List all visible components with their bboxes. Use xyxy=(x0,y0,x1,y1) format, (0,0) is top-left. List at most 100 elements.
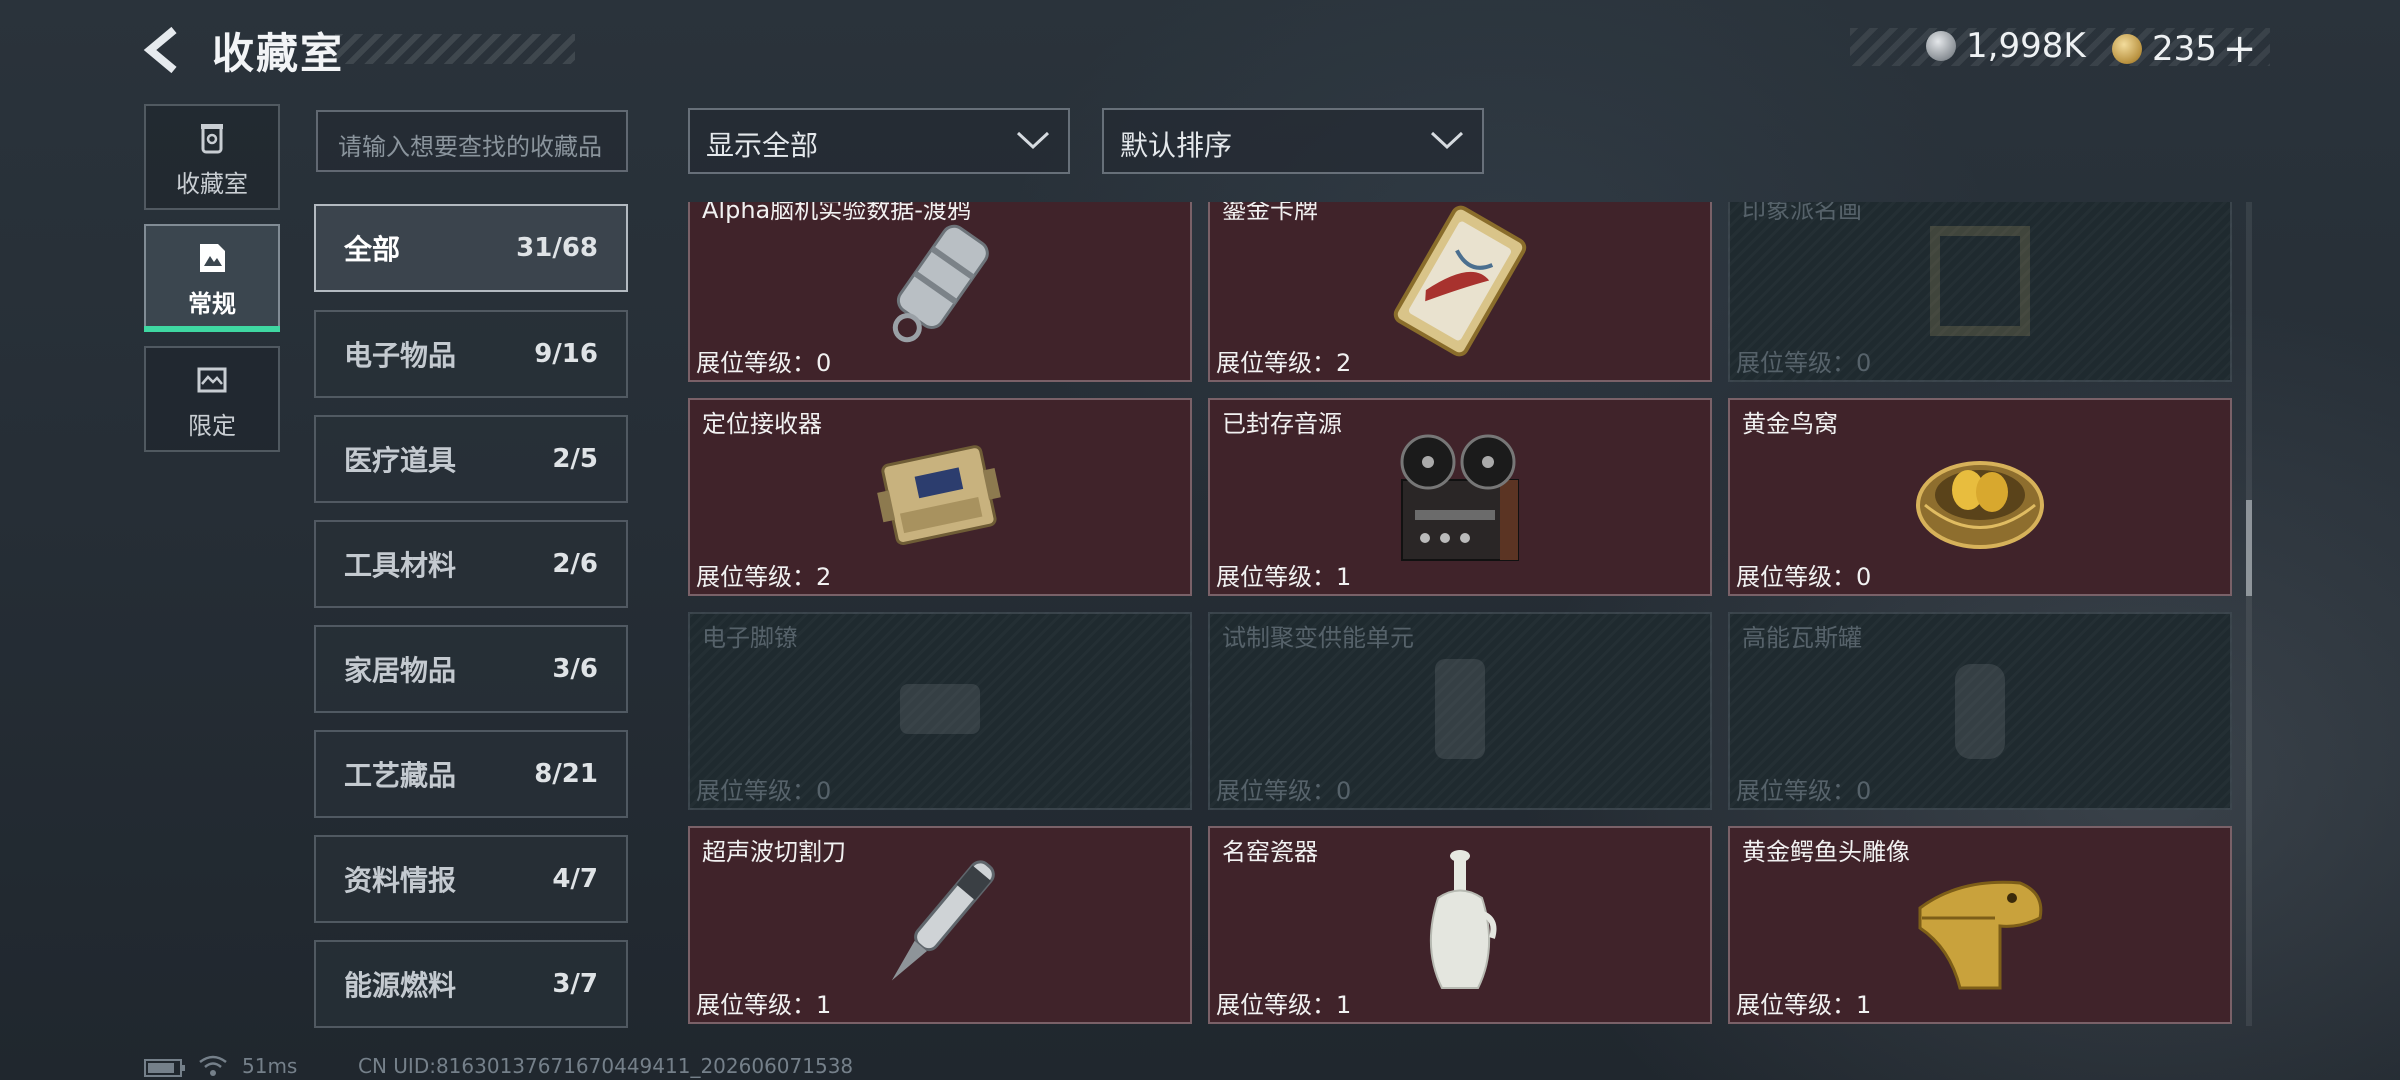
category-label: 能源燃料 xyxy=(344,969,457,1002)
nav-item-limited[interactable]: 限定 xyxy=(144,346,280,452)
ping-readout: 51ms xyxy=(242,1054,298,1078)
page-title: 收藏室 xyxy=(212,29,345,78)
item-level: 展位等级：1 xyxy=(1216,563,1352,591)
category-label: 全部 xyxy=(344,233,401,266)
item-name: 定位接收器 xyxy=(702,410,822,438)
currency-gold-value: 235 xyxy=(2152,29,2217,69)
item-level: 展位等级：2 xyxy=(1216,349,1352,377)
nav-item-collection-room[interactable]: 收藏室 xyxy=(144,104,280,210)
trash-bin-icon xyxy=(201,124,223,154)
item-card[interactable]: 试制聚变供能单元 展位等级：0 xyxy=(1208,612,1712,810)
painting-frame-image xyxy=(1930,226,2030,336)
category-count: 8/21 xyxy=(534,759,598,789)
nav-label: 收藏室 xyxy=(176,170,248,198)
item-level: 展位等级：1 xyxy=(1736,991,1872,1019)
sort-dropdown[interactable]: 默认排序 xyxy=(1102,108,1484,174)
item-name: 名窑瓷器 xyxy=(1222,838,1318,866)
item-name: 印象派名画 xyxy=(1742,202,1862,224)
chevron-down-icon xyxy=(1430,131,1464,150)
category-label: 电子物品 xyxy=(344,339,457,372)
item-name: 黄金鳄鱼头雕像 xyxy=(1742,838,1910,866)
item-name: 已封存音源 xyxy=(1222,410,1342,438)
add-currency-icon[interactable]: + xyxy=(2223,26,2257,72)
fusion-cell-image xyxy=(1435,659,1485,759)
search-input[interactable]: 请输入想要查找的收藏品 xyxy=(316,110,628,172)
category-count: 2/6 xyxy=(552,549,598,579)
item-card[interactable]: 鎏金卡牌 展位等级：2 xyxy=(1208,202,1712,382)
ankle-monitor-image xyxy=(900,684,980,734)
item-level: 展位等级：0 xyxy=(1216,777,1352,805)
item-card[interactable]: 黄金鸟窝 展位等级：0 xyxy=(1728,398,2232,596)
item-card[interactable]: 黄金鳄鱼头雕像 展位等级：1 xyxy=(1728,826,2232,1024)
nav-label: 常规 xyxy=(188,290,236,318)
category-household[interactable]: 家居物品 3/6 xyxy=(314,625,628,713)
category-intel[interactable]: 资料情报 4/7 xyxy=(314,835,628,923)
item-card[interactable]: 已封存音源 展位等级：1 xyxy=(1208,398,1712,596)
item-level: 展位等级：0 xyxy=(1736,563,1872,591)
category-label: 医疗道具 xyxy=(344,444,457,477)
category-label: 家居物品 xyxy=(344,654,457,687)
currency-silver: 1,998K xyxy=(1926,26,2086,66)
category-crafts[interactable]: 工艺藏品 8/21 xyxy=(314,730,628,818)
gold-coin-icon xyxy=(2112,34,2142,64)
category-count: 3/6 xyxy=(552,654,598,684)
receiver-image xyxy=(877,445,1001,546)
item-name: 黄金鸟窝 xyxy=(1742,410,1838,438)
back-button[interactable] xyxy=(140,24,192,76)
category-tools[interactable]: 工具材料 2/6 xyxy=(314,520,628,608)
item-level: 展位等级：1 xyxy=(1216,991,1352,1019)
golden-nest-image xyxy=(1916,461,2044,549)
title-decoration xyxy=(335,34,575,64)
reel-recorder-image xyxy=(1400,434,1519,561)
item-name: 鎏金卡牌 xyxy=(1222,202,1318,224)
category-electronics[interactable]: 电子物品 9/16 xyxy=(314,310,628,398)
back-arrow-icon xyxy=(143,26,177,74)
item-level: 展位等级：0 xyxy=(696,349,832,377)
category-count: 4/7 xyxy=(552,864,598,894)
filter-dropdown-value: 显示全部 xyxy=(706,129,819,162)
item-name: 电子脚镣 xyxy=(702,624,798,652)
wifi-icon xyxy=(199,1055,227,1076)
nav-item-regular[interactable]: 常规 xyxy=(144,224,280,330)
grid-scrollbar-thumb[interactable] xyxy=(2246,500,2252,596)
filter-dropdown[interactable]: 显示全部 xyxy=(688,108,1070,174)
battery-icon xyxy=(144,1059,185,1077)
data-capsule-image xyxy=(892,224,989,343)
currency-gold[interactable]: 235 + xyxy=(2112,26,2256,72)
item-card[interactable]: 电子脚镣 展位等级：0 xyxy=(688,612,1192,810)
item-card[interactable]: 印象派名画 展位等级：0 xyxy=(1728,202,2232,382)
category-count: 9/16 xyxy=(534,339,598,369)
item-card[interactable]: 名窑瓷器 展位等级：1 xyxy=(1208,826,1712,1024)
item-name: 超声波切割刀 xyxy=(702,838,846,866)
gas-canister-image xyxy=(1955,664,2005,759)
item-card[interactable]: Alpha脑机实验数据-渡鸦 展位等级：0 xyxy=(688,202,1192,382)
category-all[interactable]: 全部 31/68 xyxy=(314,204,628,292)
ultrasonic-knife-image xyxy=(891,860,995,981)
nav-active-indicator xyxy=(144,326,280,332)
category-medical[interactable]: 医疗道具 2/5 xyxy=(314,415,628,503)
item-card[interactable]: 高能瓦斯罐 展位等级：0 xyxy=(1728,612,2232,810)
item-name: 高能瓦斯罐 xyxy=(1742,624,1862,652)
item-level: 展位等级：0 xyxy=(696,777,832,805)
category-count: 3/7 xyxy=(552,969,598,999)
sort-dropdown-value: 默认排序 xyxy=(1120,129,1233,162)
grid-scrollbar[interactable] xyxy=(2246,202,2252,1026)
item-level: 展位等级：2 xyxy=(696,563,832,591)
currency-silver-value: 1,998K xyxy=(1966,26,2086,66)
category-fuel[interactable]: 能源燃料 3/7 xyxy=(314,940,628,1028)
category-label: 资料情报 xyxy=(344,864,457,897)
category-label: 工艺藏品 xyxy=(344,759,457,792)
item-level: 展位等级：1 xyxy=(696,991,832,1019)
map-icon xyxy=(197,367,227,393)
item-card[interactable]: 定位接收器 展位等级：2 xyxy=(688,398,1192,596)
item-level: 展位等级：0 xyxy=(1736,777,1872,805)
document-icon xyxy=(200,244,225,272)
category-count: 2/5 xyxy=(552,444,598,474)
uid-readout: CN UID:816301376716704494​11_20260607153… xyxy=(358,1054,854,1078)
category-label: 工具材料 xyxy=(344,549,457,582)
chevron-down-icon xyxy=(1016,131,1050,150)
golden-crocodile-head-image xyxy=(1918,880,2043,990)
gilded-card-image xyxy=(1393,205,1527,357)
porcelain-vase-image xyxy=(1429,850,1497,989)
item-card[interactable]: 超声波切割刀 展位等级：1 xyxy=(688,826,1192,1024)
